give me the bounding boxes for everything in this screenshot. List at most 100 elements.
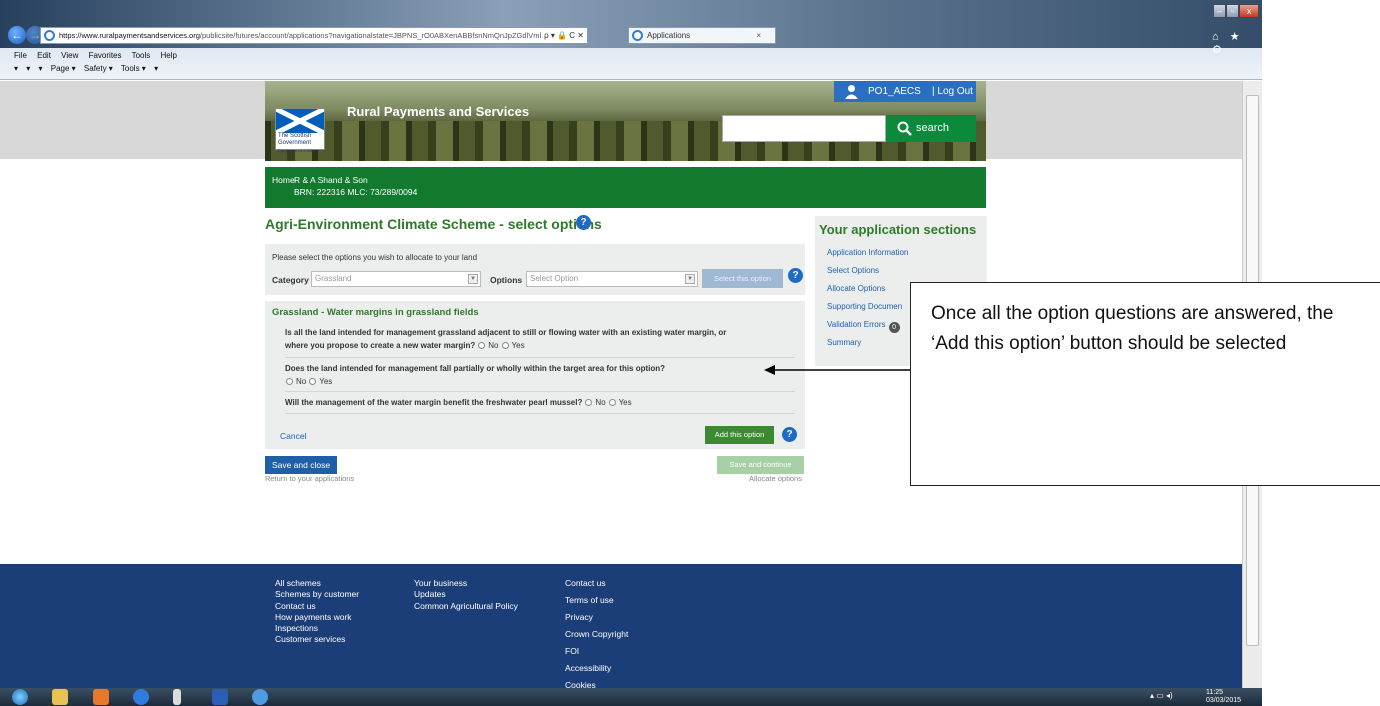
menu-favorites[interactable]: Favorites bbox=[89, 51, 122, 60]
window-controls: – ▫ x bbox=[1213, 4, 1259, 18]
saltire-flag-icon bbox=[276, 109, 324, 133]
app-icon[interactable] bbox=[173, 689, 181, 705]
q1-yes-radio[interactable] bbox=[501, 342, 509, 349]
system-tray-icons[interactable]: ▴ ▭ ◂) bbox=[1150, 691, 1173, 700]
footer-link[interactable]: Privacy bbox=[565, 612, 628, 623]
options-select[interactable]: Select Option ▼ bbox=[526, 271, 698, 287]
site-icon bbox=[44, 30, 55, 41]
command-bar: ▾ ▾ ▾ Page ▾ Safety ▾ Tools ▾ ▾ bbox=[14, 64, 164, 73]
q3-no-radio[interactable] bbox=[585, 399, 593, 406]
help-cmd-icon[interactable]: ▾ bbox=[154, 64, 158, 73]
tools-menu[interactable]: Tools ▾ bbox=[121, 64, 146, 73]
word-icon[interactable] bbox=[212, 689, 228, 705]
title-bar: ← → https://www.ruralpaymentsandservices… bbox=[0, 0, 1262, 56]
add-this-option-button[interactable]: Add this option bbox=[705, 426, 774, 444]
category-value: Grassland bbox=[315, 274, 352, 283]
outlook-icon[interactable] bbox=[93, 689, 109, 705]
taskbar: ▴ ▭ ◂) 11:25 03/03/2015 bbox=[0, 688, 1262, 706]
site-footer: All schemes Schemes by customer Contact … bbox=[0, 564, 1242, 690]
q3-yes-radio[interactable] bbox=[608, 399, 616, 406]
business-ids: BRN: 222316 MLC: 73/289/0094 bbox=[294, 187, 418, 197]
search-button[interactable]: search bbox=[886, 115, 976, 142]
ie-icon[interactable] bbox=[133, 689, 149, 705]
section-summary[interactable]: Summary bbox=[827, 338, 861, 347]
browser-tool-icons[interactable]: ⌂ ★ ⚙ bbox=[1212, 30, 1262, 56]
maximize-button[interactable]: ▫ bbox=[1226, 4, 1240, 18]
footer-link[interactable]: Contact us bbox=[565, 578, 628, 589]
title-help-icon[interactable]: ? bbox=[576, 215, 591, 230]
back-icon[interactable]: ← bbox=[8, 26, 26, 44]
footer-link[interactable]: How payments work bbox=[275, 612, 359, 623]
category-label: Category bbox=[272, 275, 309, 285]
add-help-icon[interactable]: ? bbox=[782, 427, 797, 442]
footer-link[interactable]: Accessibility bbox=[565, 663, 628, 674]
address-controls[interactable]: ρ ▾ 🔒 C ✕ bbox=[544, 28, 584, 43]
allocate-options-link[interactable]: Allocate options bbox=[749, 474, 802, 483]
scottish-government-logo[interactable]: The Scottish Government Riaghaltas na h-Al… bbox=[275, 108, 325, 153]
save-and-continue-button[interactable]: Save and continue bbox=[717, 456, 804, 474]
footer-link[interactable]: FOI bbox=[565, 646, 628, 657]
select-help-icon[interactable]: ? bbox=[788, 268, 803, 283]
search-button-label: search bbox=[916, 122, 950, 134]
menu-tools[interactable]: Tools bbox=[132, 51, 151, 60]
tab-applications[interactable]: Applications × bbox=[628, 27, 776, 44]
section-application-information[interactable]: Application Information bbox=[827, 248, 908, 257]
ie-active-icon[interactable] bbox=[252, 689, 268, 705]
select-options-panel: Please select the options you wish to al… bbox=[265, 244, 805, 295]
footer-link[interactable]: Contact us bbox=[275, 601, 359, 612]
question-3: Will the management of the water margin … bbox=[285, 396, 795, 414]
breadcrumb-home[interactable]: Home bbox=[272, 175, 295, 185]
feeds-cmd-icon[interactable]: ▾ bbox=[26, 64, 30, 73]
explorer-icon[interactable] bbox=[52, 689, 68, 705]
page-title: Agri-Environment Climate Scheme - select… bbox=[265, 216, 602, 232]
q2-no-radio[interactable] bbox=[286, 378, 293, 385]
section-select-options[interactable]: Select Options bbox=[827, 266, 879, 275]
search-input[interactable] bbox=[722, 115, 886, 142]
print-cmd-icon[interactable]: ▾ bbox=[39, 64, 43, 73]
start-button[interactable] bbox=[12, 689, 28, 705]
menu-help[interactable]: Help bbox=[161, 51, 177, 60]
callout-arrow-icon bbox=[764, 365, 912, 375]
breadcrumb: Home R & A Shand & Son BRN: 222316 MLC: … bbox=[265, 167, 986, 208]
address-bar[interactable]: https://www.ruralpaymentsandservices.org… bbox=[40, 27, 588, 44]
footer-link[interactable]: Your business bbox=[414, 578, 518, 589]
minimize-button[interactable]: – bbox=[1213, 4, 1227, 18]
business-name: R & A Shand & Son bbox=[294, 175, 368, 185]
page-menu[interactable]: Page ▾ bbox=[51, 64, 76, 73]
save-and-close-button[interactable]: Save and close bbox=[265, 456, 337, 474]
logo-text: The Scottish Government Riaghaltas na h-Al… bbox=[278, 133, 316, 153]
q1-no-radio[interactable] bbox=[478, 342, 486, 349]
q2-yes-radio[interactable] bbox=[309, 378, 317, 385]
footer-link[interactable]: Customer services bbox=[275, 634, 359, 645]
site-banner: The Scottish Government Riaghaltas na h-Al… bbox=[265, 81, 986, 161]
tab-close-icon[interactable]: × bbox=[756, 28, 761, 43]
category-select[interactable]: Grassland ▼ bbox=[311, 271, 481, 287]
footer-link[interactable]: Schemes by customer bbox=[275, 589, 359, 600]
footer-col-1: All schemes Schemes by customer Contact … bbox=[275, 578, 359, 646]
select-this-option-button[interactable]: Select this option bbox=[702, 269, 783, 288]
close-window-button[interactable]: x bbox=[1239, 4, 1259, 18]
url-path: /publicsite/futures/account/applications… bbox=[199, 31, 542, 40]
section-validation-errors[interactable]: Validation Errors 0 bbox=[827, 320, 900, 333]
option-heading: Grassland - Water margins in grassland f… bbox=[272, 307, 479, 318]
footer-link[interactable]: Inspections bbox=[275, 623, 359, 634]
footer-link[interactable]: All schemes bbox=[275, 578, 359, 589]
menu-edit[interactable]: Edit bbox=[37, 51, 51, 60]
cancel-link[interactable]: Cancel bbox=[280, 431, 306, 441]
footer-link[interactable]: Crown Copyright bbox=[565, 629, 628, 640]
section-supporting-documents[interactable]: Supporting Documen bbox=[827, 302, 902, 311]
menu-file[interactable]: File bbox=[14, 51, 27, 60]
return-link[interactable]: Return to your applications bbox=[265, 474, 354, 483]
home-cmd-icon[interactable]: ▾ bbox=[14, 64, 18, 73]
menu-view[interactable]: View bbox=[61, 51, 78, 60]
footer-link[interactable]: Common Agricultural Policy bbox=[414, 601, 518, 612]
logout-link[interactable]: | Log Out bbox=[932, 81, 973, 102]
footer-link[interactable]: Terms of use bbox=[565, 595, 628, 606]
section-allocate-options[interactable]: Allocate Options bbox=[827, 284, 885, 293]
question-2: Does the land intended for management fa… bbox=[285, 362, 795, 392]
instruction-callout: Once all the option questions are answer… bbox=[910, 282, 1380, 486]
browser-chrome: ← → https://www.ruralpaymentsandservices… bbox=[0, 0, 1262, 80]
safety-menu[interactable]: Safety ▾ bbox=[84, 64, 113, 73]
footer-link[interactable]: Updates bbox=[414, 589, 518, 600]
option-questions-panel: Grassland - Water margins in grassland f… bbox=[265, 301, 805, 449]
